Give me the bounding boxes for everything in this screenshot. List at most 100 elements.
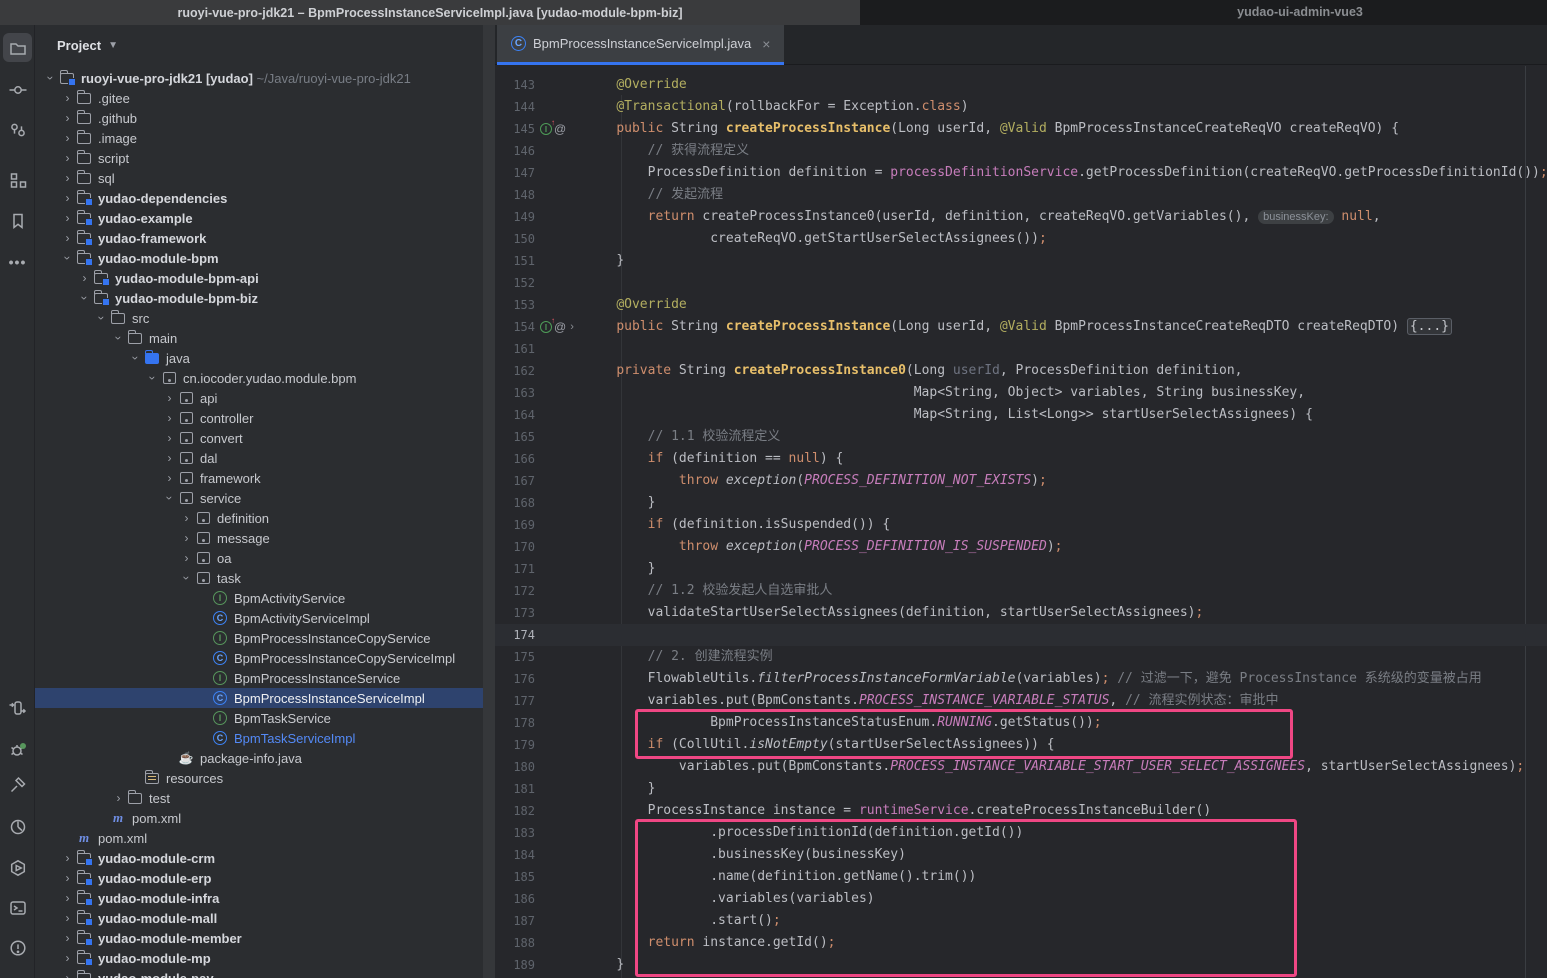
code-line-181[interactable]: 181 } [495,778,1547,800]
gutter-line-189[interactable]: 189 [495,954,585,976]
code-line-173[interactable]: 173 validateStartUserSelectAssignees(def… [495,602,1547,624]
code-line-166[interactable]: 166 if (definition == null) { [495,448,1547,470]
chevron-expanded-icon[interactable]: › [143,371,163,386]
gutter-line-161[interactable]: 161 [495,338,585,360]
code-line-167[interactable]: 167 throw exception(PROCESS_DEFINITION_N… [495,470,1547,492]
tab-bpmprocessinstanceserviceimpl[interactable]: C BpmProcessInstanceServiceImpl.java × [497,25,784,65]
line-number[interactable]: 149 [495,210,535,224]
tree-item-yudao-module-mall[interactable]: ›yudao-module-mall [35,908,483,928]
line-number[interactable]: 145 [495,122,535,136]
gutter-line-173[interactable]: 173 [495,602,585,624]
line-number[interactable]: 177 [495,694,535,708]
gutter-line-166[interactable]: 166 [495,448,585,470]
gutter-line-180[interactable]: 180 [495,756,585,778]
tree-item-convert[interactable]: ›convert [35,428,483,448]
line-number[interactable]: 166 [495,452,535,466]
gutter-line-150[interactable]: 150 [495,228,585,250]
line-number[interactable]: 176 [495,672,535,686]
chevron-collapsed-icon[interactable]: › [60,108,75,128]
chevron-collapsed-icon[interactable]: › [60,88,75,108]
chevron-expanded-icon[interactable]: › [75,291,95,306]
chevron-collapsed-icon[interactable]: › [60,928,75,948]
tree-item-bpmtaskservice[interactable]: IBpmTaskService [35,708,483,728]
tree-item-service[interactable]: ›service [35,488,483,508]
tree-item-bpmactivityserviceimpl[interactable]: CBpmActivityServiceImpl [35,608,483,628]
tree-item-cn-iocoder-yudao-module-bpm[interactable]: ›cn.iocoder.yudao.module.bpm [35,368,483,388]
tree-item-src[interactable]: ›src [35,308,483,328]
tree-item-yudao-module-mp[interactable]: ›yudao-module-mp [35,948,483,968]
chevron-expanded-icon[interactable]: › [160,491,180,506]
tree-item-yudao-module-member[interactable]: ›yudao-module-member [35,928,483,948]
code-line-172[interactable]: 172 // 1.2 校验发起人自选审批人 [495,580,1547,602]
build-icon[interactable] [3,770,32,799]
line-number[interactable]: 182 [495,804,535,818]
chevron-collapsed-icon[interactable]: › [179,508,194,528]
project-icon[interactable] [3,33,32,62]
gutter-line-176[interactable]: 176 [495,668,585,690]
tree-item-script[interactable]: ›script [35,148,483,168]
code-line-145[interactable]: 145I@ public String createProcessInstanc… [495,118,1547,140]
line-number[interactable]: 144 [495,100,535,114]
line-number[interactable]: 179 [495,738,535,752]
line-number[interactable]: 180 [495,760,535,774]
line-number[interactable]: 174 [495,628,535,642]
chevron-collapsed-icon[interactable]: › [111,788,126,808]
gutter-line-184[interactable]: 184 [495,844,585,866]
line-number[interactable]: 169 [495,518,535,532]
line-number[interactable]: 181 [495,782,535,796]
code-line-169[interactable]: 169 if (definition.isSuspended()) { [495,514,1547,536]
bookmarks-icon[interactable] [3,206,32,235]
chevron-collapsed-icon[interactable]: › [162,448,177,468]
tree-item-yudao-dependencies[interactable]: ›yudao-dependencies [35,188,483,208]
tree-item-definition[interactable]: ›definition [35,508,483,528]
chevron-collapsed-icon[interactable]: › [60,148,75,168]
line-number[interactable]: 184 [495,848,535,862]
chevron-expanded-icon[interactable]: › [58,251,78,266]
project-panel-header[interactable]: Project ▼ [35,25,483,65]
tree-item-bpmprocessinstanceservice[interactable]: IBpmProcessInstanceService [35,668,483,688]
gutter-line-165[interactable]: 165 [495,426,585,448]
line-number[interactable]: 186 [495,892,535,906]
code-line-164[interactable]: 164 Map<String, List<Long>> startUserSel… [495,404,1547,426]
code-line-180[interactable]: 180 variables.put(BpmConstants.PROCESS_I… [495,756,1547,778]
line-number[interactable]: 173 [495,606,535,620]
gutter-line-186[interactable]: 186 [495,888,585,910]
code-line-163[interactable]: 163 Map<String, Object> variables, Strin… [495,382,1547,404]
tree-item-dal[interactable]: ›dal [35,448,483,468]
chevron-expanded-icon[interactable]: › [92,311,112,326]
tree-item-yudao-framework[interactable]: ›yudao-framework [35,228,483,248]
tree-item-bpmprocessinstancecopyserviceimpl[interactable]: CBpmProcessInstanceCopyServiceImpl [35,648,483,668]
gutter-line-178[interactable]: 178 [495,712,585,734]
line-number[interactable]: 187 [495,914,535,928]
tree-item-controller[interactable]: ›controller [35,408,483,428]
tree-item--github[interactable]: ›.github [35,108,483,128]
gutter-line-172[interactable]: 172 [495,580,585,602]
chevron-collapsed-icon[interactable]: › [60,848,75,868]
tree-item-bpmactivityservice[interactable]: IBpmActivityService [35,588,483,608]
problems-icon[interactable] [3,933,32,962]
code-line-153[interactable]: 153 @Override [495,294,1547,316]
folded-region[interactable]: {...} [1407,318,1452,335]
tree-item-api[interactable]: ›api [35,388,483,408]
debug-icon[interactable] [3,735,32,764]
code-line-161[interactable]: 161 [495,338,1547,360]
line-number[interactable]: 171 [495,562,535,576]
code-line-151[interactable]: 151 } [495,250,1547,272]
tree-item-yudao-module-infra[interactable]: ›yudao-module-infra [35,888,483,908]
gutter-line-144[interactable]: 144 [495,96,585,118]
gutter-line-167[interactable]: 167 [495,470,585,492]
code-line-152[interactable]: 152 [495,272,1547,294]
gutter-line-179[interactable]: 179 [495,734,585,756]
code-line-148[interactable]: 148 // 发起流程 [495,184,1547,206]
services-icon[interactable] [3,853,32,882]
gutter-line-175[interactable]: 175 [495,646,585,668]
implements-method-icon[interactable]: I [540,123,552,135]
chevron-expanded-icon[interactable]: › [109,331,129,346]
tree-item-yudao-module-pay[interactable]: ›yudao-module-pay [35,968,483,978]
endpoints-icon[interactable] [3,693,32,722]
chevron-collapsed-icon[interactable]: › [60,968,75,978]
line-number[interactable]: 154 [495,320,535,334]
gutter-line-171[interactable]: 171 [495,558,585,580]
gutter-line-183[interactable]: 183 [495,822,585,844]
gutter-line-185[interactable]: 185 [495,866,585,888]
